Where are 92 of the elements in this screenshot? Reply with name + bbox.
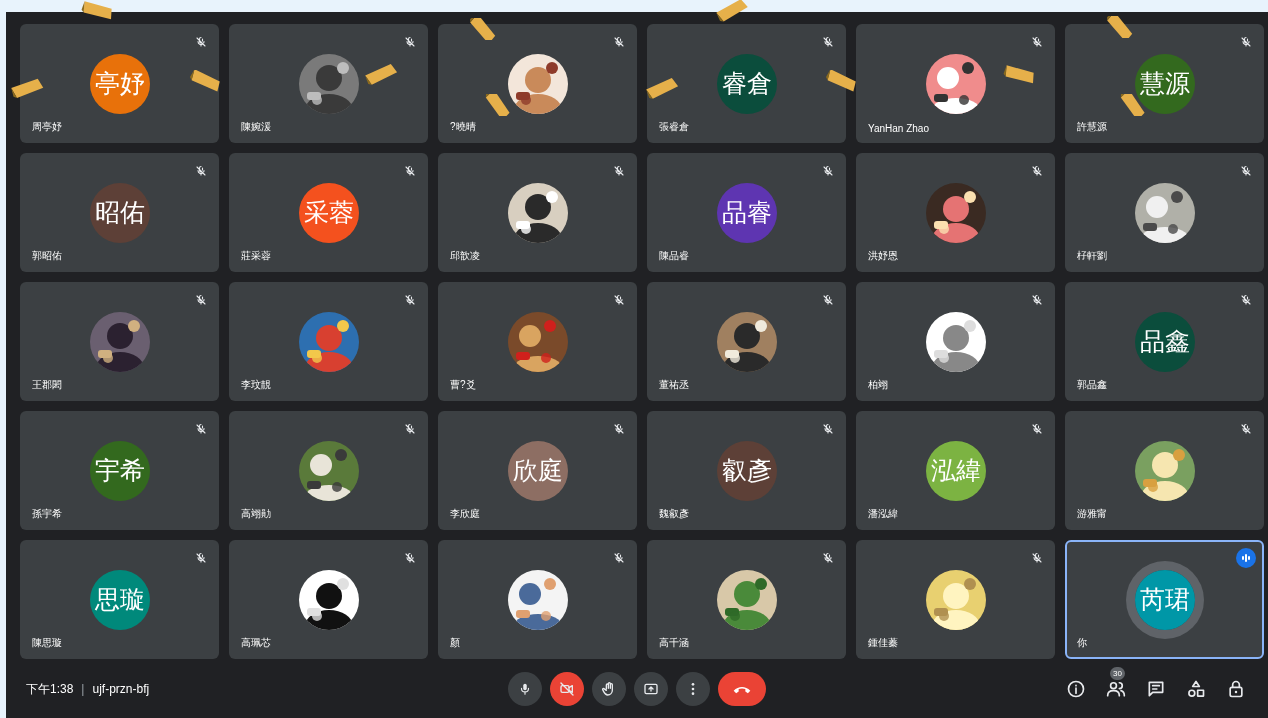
participant-count-badge: 30 [1110, 667, 1125, 680]
mic-off-icon [404, 423, 416, 435]
raise-hand-button[interactable] [592, 672, 626, 706]
mic-off-icon [1031, 423, 1043, 435]
mic-off-icon [613, 423, 625, 435]
avatar-initials: 睿倉 [716, 53, 777, 114]
participant-name: 洪妤恩 [868, 249, 898, 263]
participant-name: 王郡閎 [32, 378, 62, 392]
meeting-time: 下午1:38 [26, 680, 74, 698]
mic-off-icon [822, 36, 834, 48]
avatar-initials: 泓緯 [925, 440, 986, 501]
participant-name: 顏 [450, 636, 460, 650]
avatar-initials: 亭妤 [89, 53, 150, 114]
mic-off-icon [195, 423, 207, 435]
mic-off-icon [404, 165, 416, 177]
avatar-initials: 芮珺 [1134, 569, 1195, 630]
camera-off-icon [559, 681, 575, 697]
participant-name: 莊采蓉 [241, 249, 271, 263]
mic-off-icon [822, 165, 834, 177]
mic-off-icon [1031, 294, 1043, 306]
chat-icon[interactable] [1146, 679, 1166, 699]
mic-off-icon [613, 294, 625, 306]
microphone-button[interactable] [508, 672, 542, 706]
participant-name: 張睿倉 [659, 120, 689, 134]
mic-off-icon [195, 294, 207, 306]
mic-off-icon [1240, 36, 1252, 48]
mic-off-icon [1240, 423, 1252, 435]
activities-icon[interactable] [1186, 679, 1206, 699]
participant-name: 你 [1077, 636, 1087, 650]
confetti-drawing [643, 78, 681, 100]
participant-name: 高翊勛 [241, 507, 271, 521]
avatar-initials: 思璇 [89, 569, 150, 630]
participant-name: 孫宇希 [32, 507, 62, 521]
mic-off-icon [1240, 165, 1252, 177]
mic-off-icon [613, 36, 625, 48]
people-icon[interactable] [1106, 679, 1126, 699]
participant-name: 曹?爻 [450, 378, 476, 392]
avatar-initials: 昭佑 [89, 182, 150, 243]
mic-off-icon [613, 165, 625, 177]
participant-name: 郭品鑫 [1077, 378, 1107, 392]
mic-off-icon [1031, 552, 1043, 564]
mic-off-icon [822, 552, 834, 564]
avatar-initials: 宇希 [89, 440, 150, 501]
participant-name: ?曉晴 [450, 120, 476, 134]
participant-name: 高珮芯 [241, 636, 271, 650]
mic-off-icon [195, 165, 207, 177]
mic-off-icon [613, 552, 625, 564]
info-icon[interactable] [1066, 679, 1086, 699]
participant-name: 高千涵 [659, 636, 689, 650]
mic-off-icon [195, 552, 207, 564]
mic-off-icon [404, 36, 416, 48]
mic-off-icon [195, 36, 207, 48]
avatar-initials: 品睿 [716, 182, 777, 243]
present-button[interactable] [634, 672, 668, 706]
present-screen-icon [643, 681, 659, 697]
participant-name: 李欣庭 [450, 507, 480, 521]
participant-name: 潘泓緯 [868, 507, 898, 521]
mic-off-icon [822, 423, 834, 435]
participant-name: 游雅甯 [1077, 507, 1107, 521]
participant-name: 李玟靚 [241, 378, 271, 392]
avatar-initials: 采蓉 [298, 182, 359, 243]
mic-off-icon [404, 294, 416, 306]
mic-off-icon [404, 552, 416, 564]
participant-name: 杍軒劉 [1077, 249, 1107, 263]
separator: | [81, 682, 85, 696]
participant-name: YanHan Zhao [868, 123, 929, 134]
participant-name: 董祐丞 [659, 378, 689, 392]
avatar-initials: 欣庭 [507, 440, 568, 501]
confetti-drawing [362, 64, 400, 86]
participant-name: 陳品睿 [659, 249, 689, 263]
confetti-drawing [8, 78, 46, 100]
participant-name: 鍾佳蓁 [868, 636, 898, 650]
mic-off-icon [1031, 36, 1043, 48]
avatar-initials: 叡彥 [716, 440, 777, 501]
participant-name: 邱歆凌 [450, 249, 480, 263]
participant-name: 周亭妤 [32, 120, 62, 134]
meeting-code: ujf-przn-bfj [92, 682, 150, 696]
participant-name: 陳思璇 [32, 636, 62, 650]
mic-off-icon [822, 294, 834, 306]
avatar-initials: 慧源 [1134, 53, 1195, 114]
host-controls-icon[interactable] [1226, 679, 1246, 699]
participant-name: 陳婉湲 [241, 120, 271, 134]
mic-off-icon [1240, 294, 1252, 306]
camera-button[interactable] [550, 672, 584, 706]
microphone-icon [518, 682, 532, 696]
participant-name: 許慧源 [1077, 120, 1107, 134]
avatar-initials: 品鑫 [1134, 311, 1195, 372]
mic-off-icon [1031, 165, 1043, 177]
participant-name: 柏翊 [868, 378, 888, 392]
participant-name: 魏叡彥 [659, 507, 689, 521]
participant-name: 郭昭佑 [32, 249, 62, 263]
end-call-button[interactable] [718, 672, 766, 706]
